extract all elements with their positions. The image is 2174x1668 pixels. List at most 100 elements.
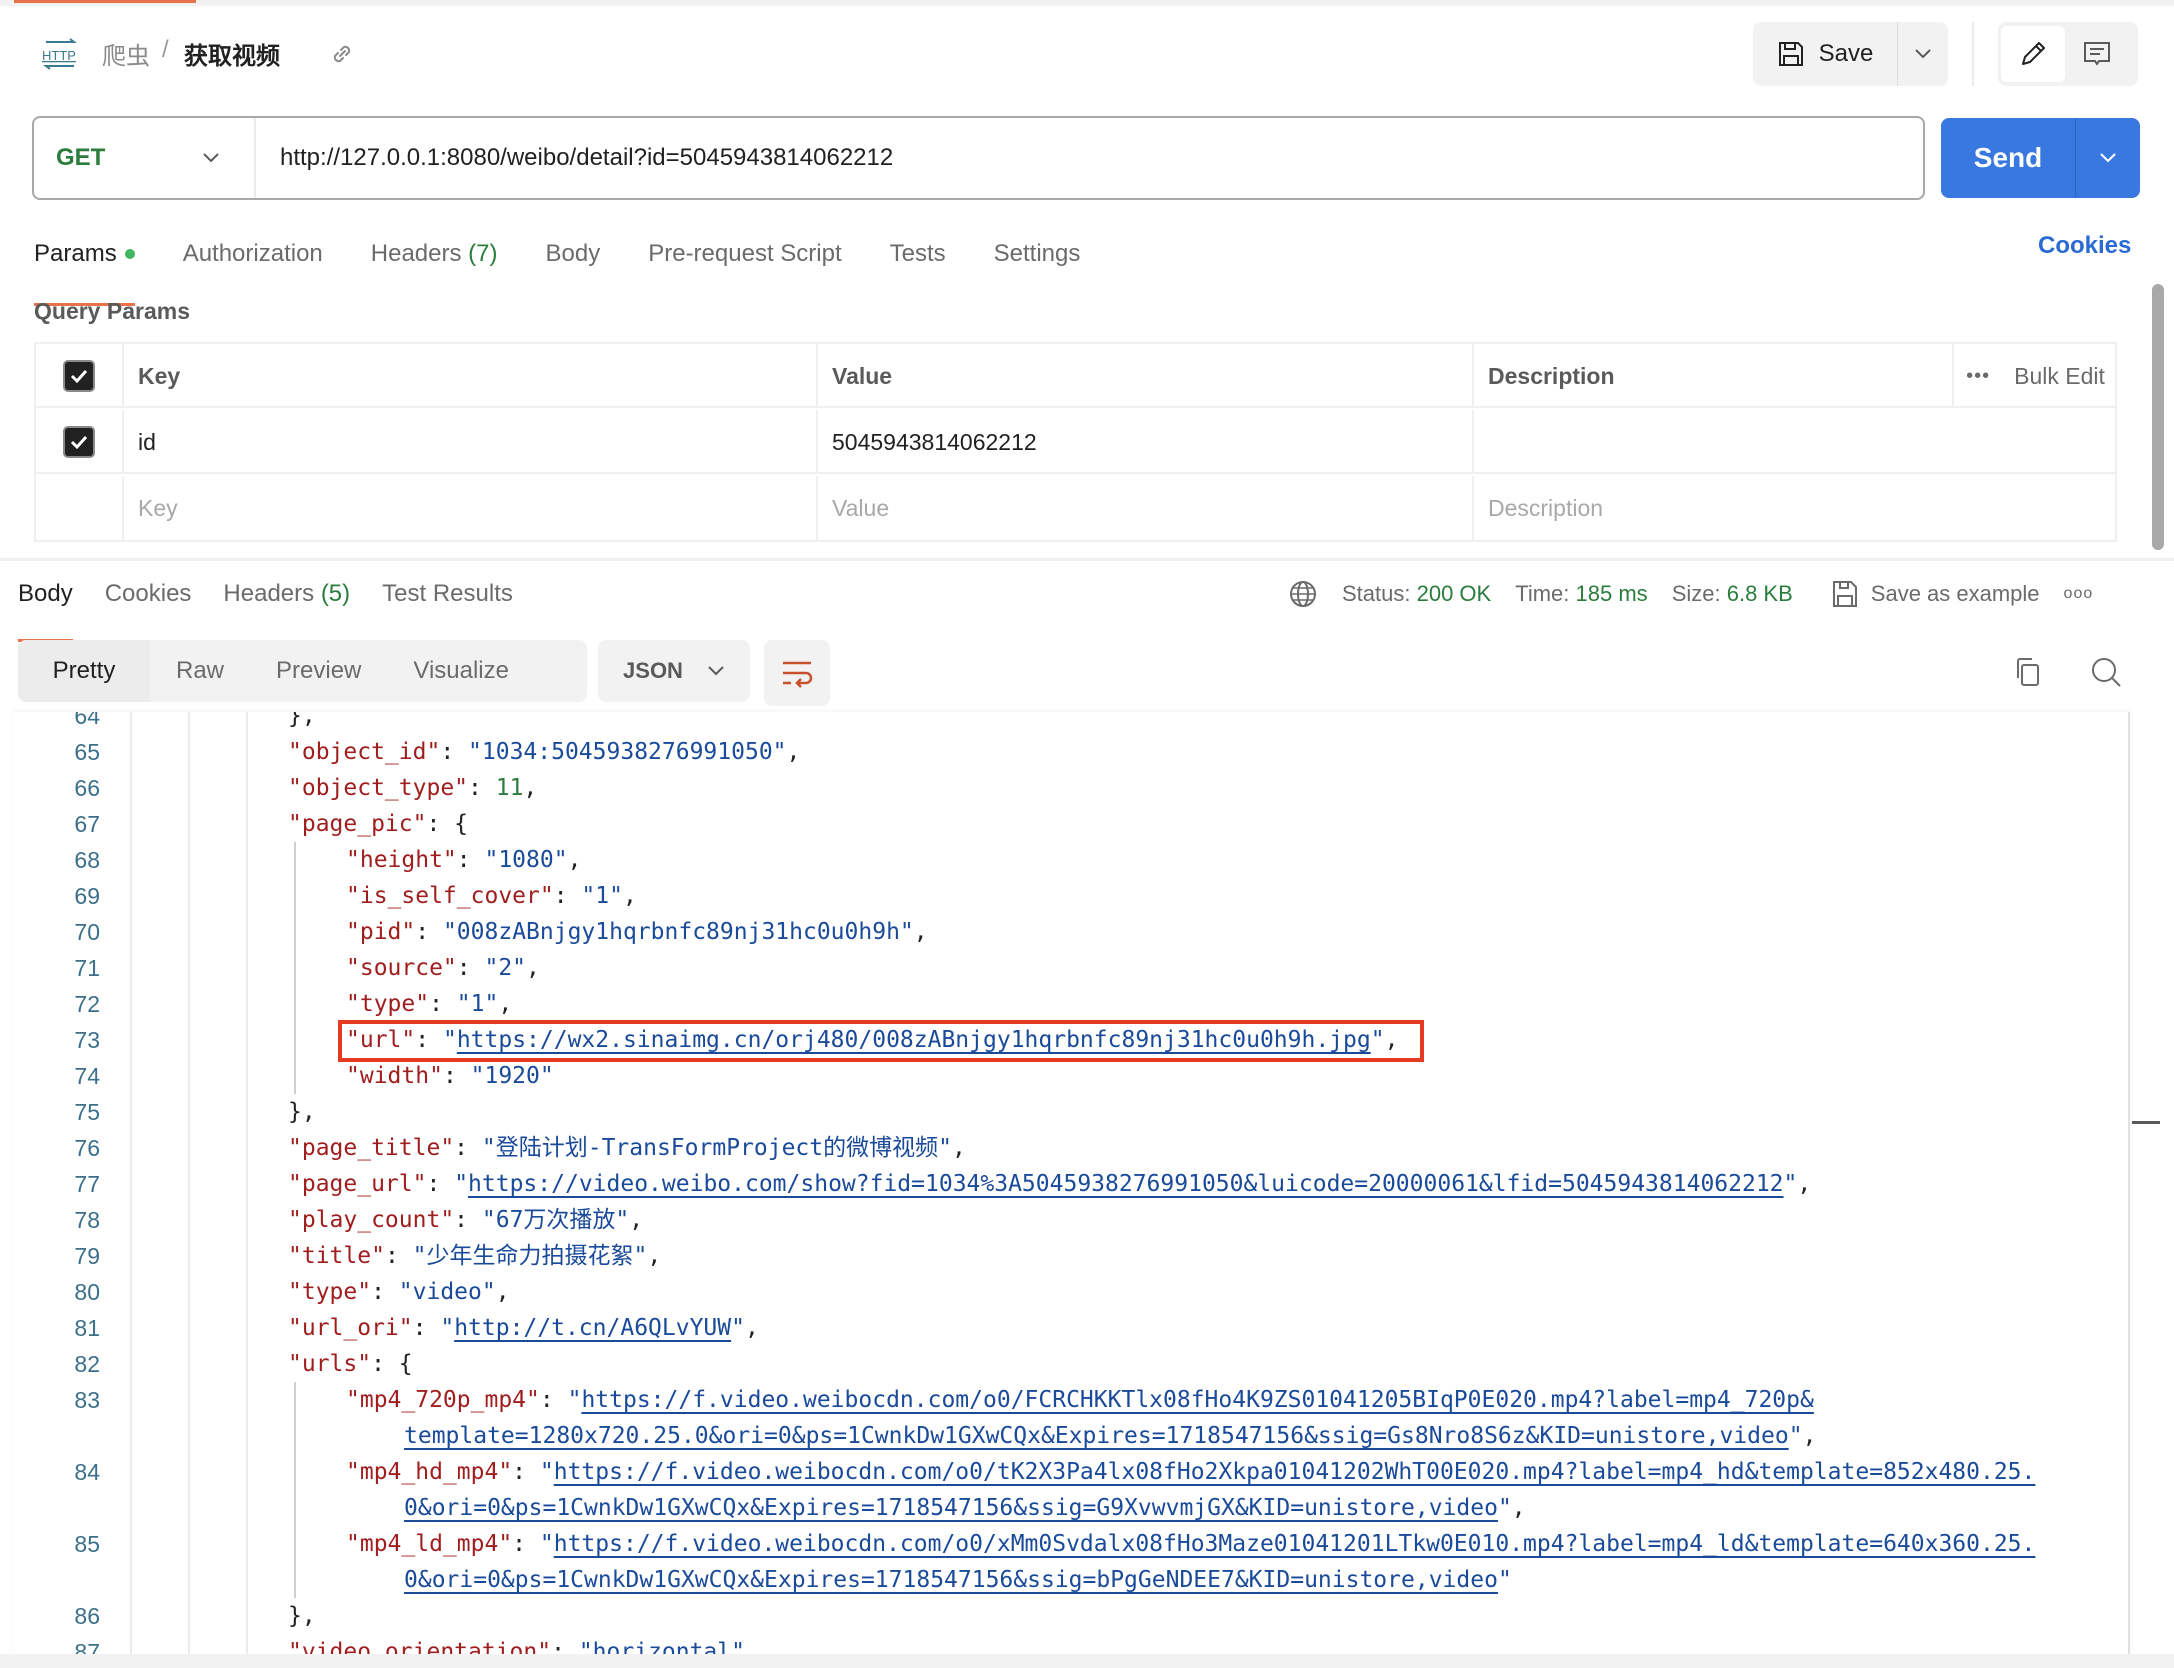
json-punct: : [384,1243,413,1269]
editor-scrollbar-track[interactable] [2128,712,2130,1654]
json-punct: : [454,1135,482,1161]
view-pretty[interactable]: Pretty [18,640,150,702]
globe-icon[interactable] [1288,579,1318,609]
url-input[interactable] [256,144,1923,172]
new-param-description-input[interactable]: Description [1474,476,1952,540]
breadcrumb-collection[interactable]: 爬虫 [102,36,150,71]
param-description[interactable] [1474,410,1952,474]
tab-label: Pre-request Script [648,240,842,267]
json-punct: , [622,883,637,909]
json-link[interactable]: 0&ori=0&ps=1CwnkDw1GXwCQx&Expires=171854… [404,1495,1498,1521]
json-punct: : [442,1063,471,1089]
save-button[interactable]: Save [1753,22,1898,86]
json-link[interactable]: template=1280x720.25.0&ori=0&ps=1CwnkDw1… [404,1423,1789,1449]
json-string: " [539,1531,554,1557]
pane-divider[interactable] [0,558,2174,561]
send-dropdown-button[interactable] [2076,118,2140,198]
param-enabled-checkbox[interactable] [63,426,95,458]
tab-params[interactable]: Params [34,230,135,306]
time[interactable]: Time: 185 ms [1515,581,1647,607]
view-raw[interactable]: Raw [150,640,250,702]
tab-body[interactable]: Body [546,230,601,278]
copy-icon[interactable] [2012,656,2044,693]
mode-toggle-group [1998,22,2138,86]
json-link[interactable]: http://t.cn/A6QLvYUW [454,1315,731,1341]
size[interactable]: Size: 6.8 KB [1672,581,1793,607]
view-mode-segmented: Pretty Raw Preview Visualize [18,640,587,702]
json-punct: , [647,1243,662,1269]
new-param-value-input[interactable]: Value [818,476,1474,540]
comments-button[interactable] [2065,26,2129,82]
json-punct: : [429,991,457,1017]
status[interactable]: Status: 200 OK [1342,581,1491,607]
param-key[interactable]: id [124,410,818,474]
request-pane-scrollbar[interactable] [2152,284,2164,550]
line-number: 70 [74,919,100,945]
new-param-key-input[interactable]: Key [124,476,818,540]
json-link[interactable]: https://f.video.weibocdn.com/o0/tK2X3Pa4… [554,1459,2036,1485]
edit-mode-button[interactable] [2001,26,2065,82]
json-punct: : [412,1315,441,1341]
save-label: Save [1818,40,1874,67]
json-string: "2" [484,955,527,981]
method-select[interactable]: GET [34,118,256,198]
json-key: "source" [346,955,457,981]
code-content: "source": "2", [346,950,540,986]
line-number: 72 [74,991,100,1017]
tab-response-headers[interactable]: Headers (5) [223,570,350,618]
size-label: Size: [1671,581,1721,606]
tab-headers[interactable]: Headers (7) [371,230,498,278]
line-number: 68 [74,847,100,873]
view-visualize[interactable]: Visualize [387,640,535,702]
code-line: 74 "width": "1920" [14,1058,2130,1094]
format-select[interactable]: JSON [598,640,750,702]
cookies-link[interactable]: Cookies [2038,232,2131,260]
tab-response-cookies[interactable]: Cookies [105,570,192,618]
line-number: 83 [74,1387,100,1413]
code-content: "url_ori": "http://t.cn/A6QLvYUW", [288,1310,759,1346]
editor-scroll-marker [2132,1121,2160,1124]
json-link[interactable]: https://f.video.weibocdn.com/o0/FCRCHKKT… [581,1387,1813,1413]
more-options-icon[interactable]: ••• [1966,365,1990,388]
json-punct: : [468,775,496,801]
view-preview[interactable]: Preview [250,640,387,702]
response-body-editor[interactable]: 64}, 65 "object_id": "1034:504593827699105… [14,712,2130,1654]
column-header-key: Key [124,344,818,408]
request-tabs: Params Authorization Headers (7) Body Pr… [34,230,1128,306]
code-line: 67 "page_pic": { [14,806,2130,842]
code-content: 0&ori=0&ps=1CwnkDw1GXwCQx&Expires=171854… [404,1562,1512,1598]
save-as-example-button[interactable]: Save as example [1831,579,2040,609]
tab-pre-request-script[interactable]: Pre-request Script [648,230,841,278]
save-dropdown-button[interactable] [1898,22,1948,86]
tab-authorization[interactable]: Authorization [183,230,323,278]
code-content: "play_count": "67万次播放", [288,1202,643,1238]
code-content: }, [288,1598,316,1634]
code-content: "is_self_cover": "1", [346,878,637,914]
search-icon[interactable] [2090,656,2122,693]
json-string: "horizontal" [578,1639,745,1654]
json-link[interactable]: 0&ori=0&ps=1CwnkDw1GXwCQx&Expires=171854… [404,1567,1498,1593]
column-header-description: Description [1488,362,1615,389]
tab-settings[interactable]: Settings [994,230,1081,278]
tab-test-results[interactable]: Test Results [382,570,513,618]
wrap-lines-button[interactable] [764,640,830,706]
json-key: "urls" [288,1351,372,1377]
more-options-icon[interactable]: ooo [2064,585,2094,603]
json-link[interactable]: https://f.video.weibocdn.com/o0/xMm0Svda… [554,1531,2036,1557]
link-icon[interactable] [328,40,356,68]
tab-label: Params [34,240,117,267]
tab-response-body[interactable]: Body [18,570,73,642]
bulk-edit-button[interactable]: Bulk Edit [2014,363,2105,390]
request-title[interactable]: 获取视频 [184,36,280,71]
code-line: 66 "object_type": 11, [14,770,2130,806]
tab-tests[interactable]: Tests [890,230,946,278]
top-border [0,0,2174,6]
size-value: 6.8 KB [1726,581,1793,606]
json-key: "mp4_ld_mp4" [346,1531,513,1557]
select-all-checkbox[interactable] [63,360,95,392]
json-link[interactable]: https://video.weibo.com/show?fid=1034%3A… [468,1171,1783,1197]
json-string: "1" [581,883,623,909]
headers-count: (7) [468,240,498,267]
send-button[interactable]: Send [1941,118,2076,198]
param-value[interactable]: 5045943814062212 [818,410,1474,474]
